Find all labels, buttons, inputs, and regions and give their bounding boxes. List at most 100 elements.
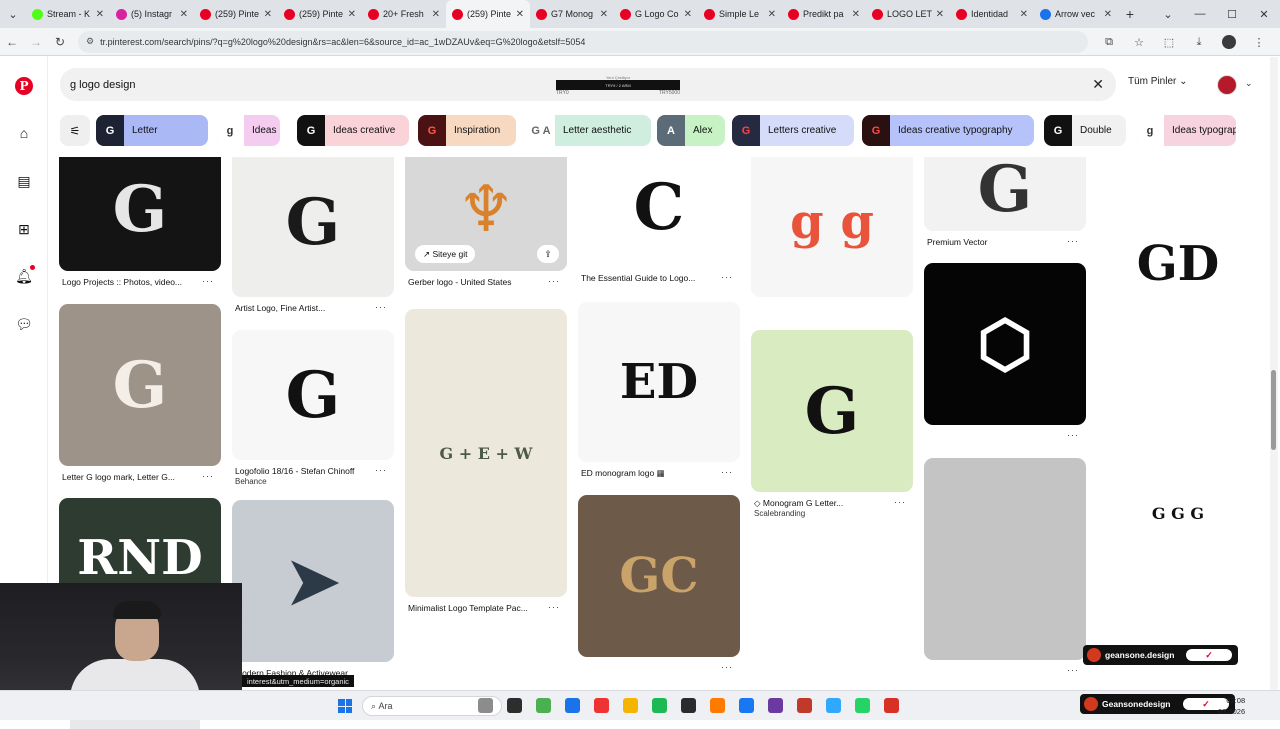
search-suggestion-chip[interactable]: G A Letter aesthetic bbox=[527, 115, 651, 146]
pin-card[interactable]: G bbox=[59, 304, 221, 466]
tab-close-icon[interactable]: ✕ bbox=[432, 9, 440, 20]
tab-close-icon[interactable]: ✕ bbox=[684, 9, 692, 20]
bookmark-star-icon[interactable]: ☆ bbox=[1124, 36, 1154, 49]
create-icon[interactable]: ⊞ bbox=[14, 219, 34, 239]
tab-close-icon[interactable]: ✕ bbox=[1104, 9, 1112, 20]
more-options-icon[interactable]: ··· bbox=[721, 662, 733, 672]
pin-title[interactable]: Letter G logo mark, Letter G... bbox=[62, 472, 200, 482]
tab-close-icon[interactable]: ✕ bbox=[348, 9, 356, 20]
taskbar-app-icon[interactable] bbox=[710, 698, 725, 713]
taskbar-app-icon[interactable] bbox=[478, 698, 493, 713]
tab-close-icon[interactable]: ✕ bbox=[852, 9, 860, 20]
taskbar-app-icon[interactable] bbox=[565, 698, 580, 713]
user-avatar[interactable] bbox=[1217, 75, 1237, 95]
pin-card[interactable]: ♆ ↗ Siteye git ⇪ bbox=[405, 157, 567, 271]
pin-card[interactable]: GC bbox=[578, 495, 740, 657]
pin-card[interactable]: G bbox=[232, 157, 394, 297]
more-options-icon[interactable]: ··· bbox=[1067, 236, 1079, 246]
taskbar-app-icon[interactable] bbox=[884, 698, 899, 713]
pin-card[interactable]: ED bbox=[578, 302, 740, 462]
home-icon[interactable]: ⌂ bbox=[14, 123, 34, 143]
browser-tab[interactable]: LOGO LET ✕ bbox=[866, 0, 950, 28]
url-field[interactable]: ⚙ tr.pinterest.com/search/pins/?q=g%20lo… bbox=[78, 30, 1088, 53]
tab-menu-button[interactable]: ⌄ bbox=[0, 0, 26, 28]
maximize-button[interactable]: ☐ bbox=[1216, 8, 1248, 21]
pin-title[interactable]: Gerber logo - United States bbox=[408, 277, 546, 287]
scrollbar-thumb[interactable] bbox=[1271, 370, 1276, 450]
forward-button[interactable]: → bbox=[24, 35, 48, 49]
more-options-icon[interactable]: ··· bbox=[202, 276, 214, 286]
more-options-icon[interactable]: ··· bbox=[375, 302, 387, 312]
taskbar-app-icon[interactable] bbox=[826, 698, 841, 713]
tab-close-icon[interactable]: ✕ bbox=[936, 9, 944, 20]
browser-tab[interactable]: Predikt pa ✕ bbox=[782, 0, 866, 28]
pin-card[interactable]: C bbox=[578, 157, 740, 267]
taskbar-app-icon[interactable] bbox=[855, 698, 870, 713]
pin-source[interactable]: Behance bbox=[235, 477, 267, 486]
pin-title[interactable]: Artist Logo, Fine Artist... bbox=[235, 303, 373, 313]
pin-title[interactable]: ED monogram logo ▦ bbox=[581, 468, 719, 479]
install-app-icon[interactable]: ⧉ bbox=[1094, 36, 1124, 49]
messages-icon[interactable]: 💬︎ bbox=[14, 314, 34, 334]
expand-icon[interactable]: ⌄ bbox=[1152, 8, 1184, 21]
browser-menu-icon[interactable]: ⋮ bbox=[1244, 36, 1274, 49]
more-options-icon[interactable]: ··· bbox=[548, 602, 560, 612]
pin-title[interactable]: ◇ Monogram G Letter... bbox=[754, 498, 892, 509]
tab-close-icon[interactable]: ✕ bbox=[516, 9, 524, 20]
search-suggestion-chip[interactable]: G Double bbox=[1044, 115, 1126, 146]
share-icon[interactable]: ⇪ bbox=[537, 245, 559, 263]
search-suggestion-chip[interactable]: A Alex bbox=[657, 115, 725, 146]
taskbar-app-icon[interactable] bbox=[594, 698, 609, 713]
pin-card[interactable]: G bbox=[924, 157, 1086, 231]
notifications-icon[interactable]: 🔔︎ bbox=[14, 265, 35, 286]
pin-title[interactable]: The Essential Guide to Logo... bbox=[581, 273, 719, 283]
tab-close-icon[interactable]: ✕ bbox=[768, 9, 776, 20]
pinterest-logo-icon[interactable]: P bbox=[14, 76, 34, 96]
browser-tab[interactable]: (259) Pinte ✕ bbox=[446, 0, 530, 28]
minimize-button[interactable]: — bbox=[1184, 8, 1216, 20]
new-tab-button[interactable]: + bbox=[1118, 6, 1142, 22]
taskbar-app-icon[interactable] bbox=[797, 698, 812, 713]
search-suggestion-chip[interactable]: G Letters creative bbox=[732, 115, 854, 146]
pin-card[interactable]: G bbox=[59, 157, 221, 271]
account-chevron-icon[interactable]: ⌄ bbox=[1245, 78, 1253, 89]
pin-card[interactable]: G bbox=[751, 330, 913, 492]
browser-tab[interactable]: Stream - K ✕ bbox=[26, 0, 110, 28]
taskbar-app-icon[interactable] bbox=[623, 698, 638, 713]
browser-tab[interactable]: Simple Le ✕ bbox=[698, 0, 782, 28]
pin-source[interactable]: Scalebranding bbox=[754, 509, 805, 518]
back-button[interactable]: ← bbox=[0, 35, 24, 49]
search-suggestion-chip[interactable]: G Letter bbox=[96, 115, 208, 146]
pin-card[interactable] bbox=[924, 458, 1086, 660]
browser-tab[interactable]: Arrow vec ✕ bbox=[1034, 0, 1118, 28]
search-suggestion-chip[interactable]: g Ideas bbox=[216, 115, 280, 146]
close-window-button[interactable]: ✕ bbox=[1248, 8, 1280, 21]
search-suggestion-chip[interactable]: G Ideas creative typography bbox=[862, 115, 1034, 146]
taskbar-app-icon[interactable] bbox=[652, 698, 667, 713]
clear-search-icon[interactable]: ✕ bbox=[1092, 76, 1104, 93]
more-options-icon[interactable]: ··· bbox=[202, 471, 214, 481]
more-options-icon[interactable]: ··· bbox=[548, 276, 560, 286]
pin-card[interactable]: G G G bbox=[1097, 397, 1259, 629]
pin-card[interactable]: ➤ bbox=[232, 500, 394, 662]
download-icon[interactable]: ⤓ bbox=[1184, 36, 1214, 49]
pin-card[interactable]: g g bbox=[751, 157, 913, 297]
pin-title[interactable]: Premium Vector bbox=[927, 237, 1065, 247]
extensions-icon[interactable]: ⬚ bbox=[1154, 36, 1184, 49]
filter-sliders-icon[interactable]: ⚟ bbox=[60, 115, 90, 146]
taskbar-app-icon[interactable] bbox=[536, 698, 551, 713]
pin-title[interactable]: Logofolio 18/16 - Stefan Chinoff bbox=[235, 466, 373, 476]
more-options-icon[interactable]: ··· bbox=[721, 467, 733, 477]
tab-close-icon[interactable]: ✕ bbox=[96, 9, 104, 20]
browser-tab[interactable]: 20+ Fresh ✕ bbox=[362, 0, 446, 28]
pin-card[interactable]: G + E + W bbox=[405, 309, 567, 597]
search-suggestion-chip[interactable]: G Ideas creative bbox=[297, 115, 409, 146]
explore-icon[interactable]: ▤ bbox=[14, 171, 34, 191]
more-options-icon[interactable]: ··· bbox=[1067, 430, 1079, 440]
more-options-icon[interactable]: ··· bbox=[894, 497, 906, 507]
pin-title[interactable]: Minimalist Logo Template Pac... bbox=[408, 603, 546, 613]
site-info-icon[interactable]: ⚙ bbox=[86, 36, 94, 47]
browser-tab[interactable]: (259) Pinte ✕ bbox=[194, 0, 278, 28]
tab-close-icon[interactable]: ✕ bbox=[180, 9, 188, 20]
pin-card[interactable]: G bbox=[232, 330, 394, 460]
